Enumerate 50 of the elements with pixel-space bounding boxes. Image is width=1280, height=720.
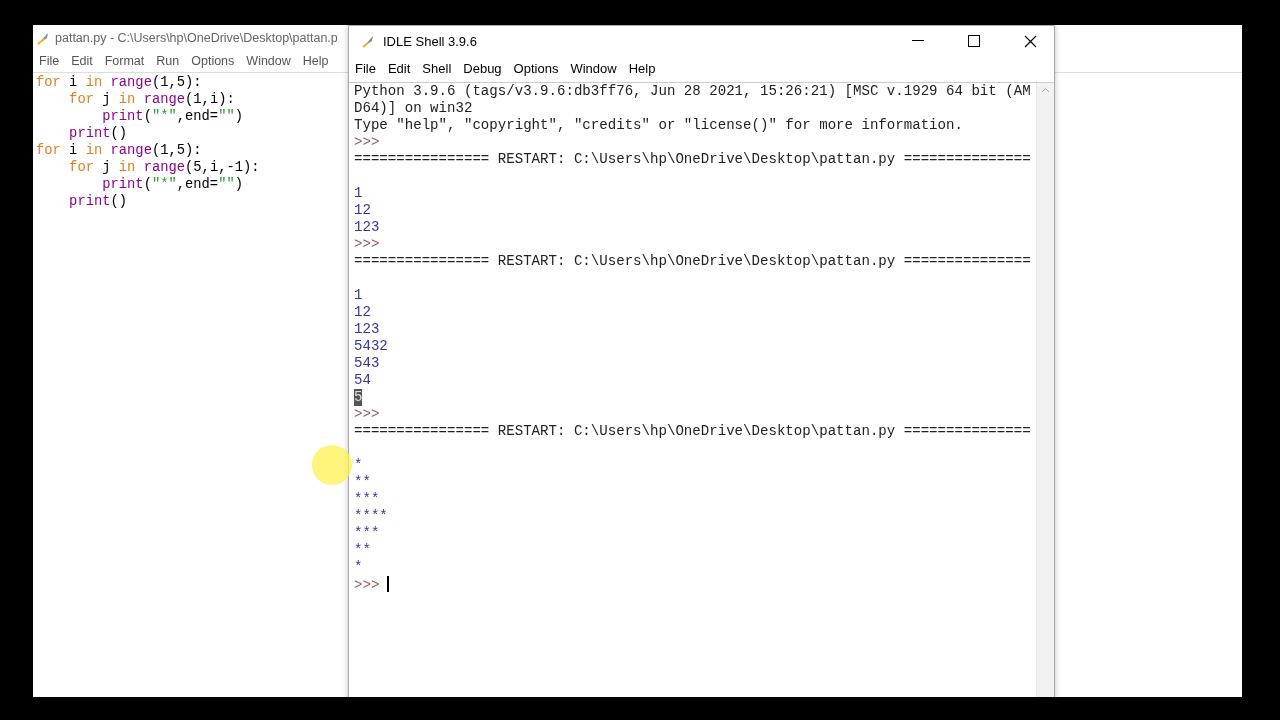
menu-item[interactable]: Edit <box>65 54 99 68</box>
output-line: 12 <box>354 202 371 219</box>
banner-line: D64)] on win32 <box>354 100 473 117</box>
menu-item[interactable]: File <box>33 54 66 68</box>
menu-item[interactable]: Window <box>564 60 623 76</box>
python-feather-icon <box>361 34 375 48</box>
code-line: print("*",end="") <box>102 108 243 125</box>
menu-item[interactable]: Window <box>240 54 297 68</box>
code-line: for i in range(1,5): <box>36 142 202 159</box>
banner-line: Python 3.9.6 (tags/v3.9.6:db3ff76, Jun 28 2021, 15:26:21) [MSC v.1929 64 bit (AM <box>354 83 1031 100</box>
menu-item[interactable]: Edit <box>381 60 417 76</box>
output-line: 123 <box>354 219 380 236</box>
close-icon <box>1023 34 1037 48</box>
menu-item[interactable]: Debug <box>457 60 508 76</box>
code-line: print("*",end="") <box>102 176 243 193</box>
menu-item[interactable]: Format <box>98 54 151 68</box>
code-line: for j in range(5,i,-1): <box>69 159 260 176</box>
minimize-icon <box>912 40 924 42</box>
menu-item[interactable]: Help <box>622 60 662 76</box>
menu-item[interactable]: Help <box>296 54 335 68</box>
output-line: 1 <box>354 287 363 304</box>
scrollbar[interactable] <box>1036 83 1054 697</box>
menu-item[interactable]: Options <box>507 60 565 76</box>
output-line: 1 <box>354 185 363 202</box>
window-title: pattan.py - C:\Users\hp\OneDrive\Desktop\pattan.p <box>55 30 338 45</box>
prompt: >>> <box>354 134 380 151</box>
menu-item[interactable]: Options <box>185 54 241 68</box>
output-line: 123 <box>354 321 380 338</box>
menu-item[interactable]: Run <box>150 54 186 68</box>
scroll-up-icon[interactable] <box>1041 87 1050 93</box>
output-line: 54 <box>354 372 371 389</box>
prompt: >>> <box>354 236 380 253</box>
restart-line: ================ RESTART: C:\Users\hp\OneDrive\Desktop\pattan.py =============== <box>354 253 1031 270</box>
code-line: for j in range(1,i): <box>69 91 235 108</box>
prompt: >>> <box>354 577 380 594</box>
window-title: IDLE Shell 3.9.6 <box>383 33 478 49</box>
restart-line: ================ RESTART: C:\Users\hp\OneDrive\Desktop\pattan.py =============== <box>354 423 1031 440</box>
menu-item[interactable]: Shell <box>416 60 458 76</box>
prompt: >>> <box>354 406 380 423</box>
code-line: print() <box>69 193 128 210</box>
maximize-icon <box>968 35 980 47</box>
banner-line: Type "help", "copyright", "credits" or "license()" for more information. <box>354 117 963 134</box>
output-line: * ** *** **** *** ** * <box>354 457 388 576</box>
code-line: print() <box>69 125 128 142</box>
output-line: 12 <box>354 304 371 321</box>
output-line: 5432 <box>354 338 388 355</box>
restart-line: ================ RESTART: C:\Users\hp\OneDrive\Desktop\pattan.py =============== <box>354 151 1031 168</box>
output-line: 543 <box>354 355 380 372</box>
menu-item[interactable]: File <box>349 60 382 76</box>
code-line: for i in range(1,5): <box>36 74 202 91</box>
